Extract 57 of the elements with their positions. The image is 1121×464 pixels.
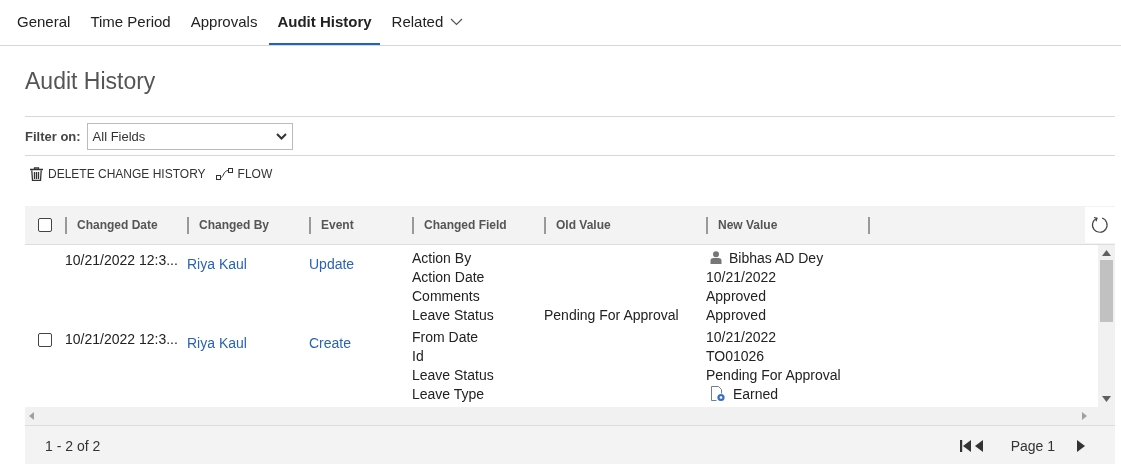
table-cell: Action By: [412, 249, 472, 266]
tab[interactable]: Audit History: [269, 0, 380, 45]
event-link[interactable]: Update: [309, 256, 355, 272]
column-header[interactable]: Changed Field: [424, 218, 507, 232]
table-cell: Leave Type: [412, 385, 485, 402]
column-header[interactable]: Old Value: [556, 218, 611, 232]
table-cell: 10/21/2022 12:3...: [65, 331, 178, 347]
table-cell: Comments: [412, 287, 480, 304]
user-link[interactable]: Riya Kaul: [187, 335, 247, 351]
toolbar-button[interactable]: DELETE CHANGE HISTORY: [30, 167, 206, 181]
next-page-button[interactable]: [1077, 439, 1085, 453]
trash-icon: [30, 167, 43, 181]
table-cell: Bibhas AD Dey: [729, 249, 824, 266]
table-cell: 10/21/2022: [706, 328, 777, 345]
refresh-icon: [1091, 216, 1109, 234]
document-gear-icon: [710, 385, 726, 402]
column-header[interactable]: Changed By: [199, 218, 269, 232]
record-count: 1 - 2 of 2: [45, 438, 101, 454]
column-header[interactable]: Changed Date: [77, 218, 158, 232]
previous-page-button[interactable]: [974, 439, 983, 453]
toolbar-button[interactable]: FLOW: [215, 167, 273, 181]
table-cell: TO01026: [706, 347, 765, 364]
scroll-up-icon[interactable]: [1102, 250, 1111, 256]
tab[interactable]: Time Period: [82, 0, 179, 45]
table-cell: 10/21/2022 12:3...: [65, 252, 178, 268]
table-cell: Earned: [733, 385, 779, 402]
filter-label: Filter on:: [25, 128, 81, 144]
event-link[interactable]: Create: [309, 335, 352, 351]
table-cell: Id: [412, 347, 424, 364]
table-cell: Action Date: [412, 268, 485, 285]
table-cell: From Date: [412, 328, 479, 345]
scroll-down-icon[interactable]: [1102, 396, 1111, 402]
page-number: Page 1: [1010, 438, 1055, 454]
column-header[interactable]: Event: [321, 218, 354, 232]
chevron-down-icon: [275, 132, 287, 140]
flow-icon: [215, 168, 233, 180]
filter-dropdown[interactable]: All Fields: [86, 122, 293, 150]
section-title: Audit History: [25, 66, 157, 96]
table-cell: 10/21/2022: [706, 268, 777, 285]
column-header[interactable]: New Value: [718, 218, 778, 232]
table-cell: Leave Status: [412, 306, 494, 323]
first-page-button[interactable]: [959, 439, 971, 453]
person-icon: [710, 251, 722, 264]
table-cell: Leave Status: [412, 366, 494, 383]
select-all-checkbox[interactable]: [38, 218, 52, 232]
table-cell: Approved: [706, 287, 766, 304]
chevron-down-icon: [450, 17, 464, 26]
user-link[interactable]: Riya Kaul: [187, 256, 247, 272]
tab[interactable]: Related: [383, 0, 472, 45]
table-cell: Approved: [706, 306, 766, 323]
refresh-button[interactable]: [1085, 207, 1115, 243]
vertical-scrollbar[interactable]: [1098, 245, 1115, 407]
table-cell: Pending For Approval: [544, 306, 679, 323]
table-cell: Pending For Approval: [706, 366, 841, 383]
row-checkbox[interactable]: [38, 333, 52, 347]
tab[interactable]: General: [9, 0, 79, 45]
tab[interactable]: Approvals: [182, 0, 266, 45]
